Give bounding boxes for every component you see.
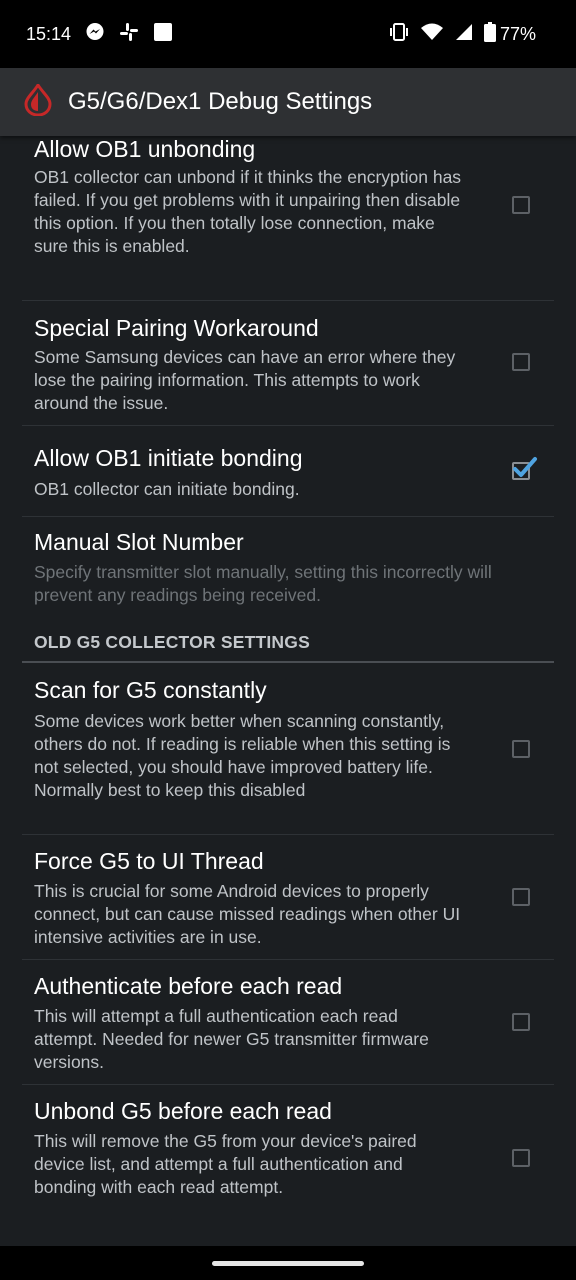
pref-summary: This will attempt a full authentication … [34,1006,429,1072]
app-bar: G5/G6/Dex1 Debug Settings [0,68,576,136]
pref-summary: Specify transmitter slot manually, setti… [34,562,492,605]
battery-percent: 77% [499,23,536,44]
pref-scan-for-g5-constantly[interactable]: Scan for G5 constantly Some devices work… [22,663,554,835]
unbond-g5-before-each-read-checkbox[interactable] [512,1149,530,1167]
status-left: 15:14 [26,22,187,47]
allow-ob1-initiate-bonding-checkbox[interactable] [512,457,537,480]
status-bar: 15:14 77% [0,0,576,68]
vibrate-icon [388,22,410,47]
allow-ob1-unbonding-checkbox[interactable] [512,196,530,214]
pref-summary: This will remove the G5 from your device… [34,1131,417,1197]
navigation-bar [0,1246,576,1280]
checkmark-icon [513,457,537,477]
image-notification-icon [153,22,173,47]
wifi-icon [420,22,444,47]
pref-summary: This is crucial for some Android devices… [34,881,461,947]
special-pairing-workaround-checkbox[interactable] [512,353,530,371]
authenticate-before-each-read-checkbox[interactable] [512,1013,530,1031]
pref-manual-slot-number: Manual Slot Number Specify transmitter s… [22,517,554,616]
pref-allow-ob1-initiate-bonding[interactable]: Allow OB1 initiate bonding OB1 collector… [22,426,554,517]
pref-title: Special Pairing Workaround [34,315,319,341]
pref-unbond-g5-before-each-read[interactable]: Unbond G5 before each read This will rem… [22,1085,554,1246]
pref-authenticate-before-each-read[interactable]: Authenticate before each read This will … [22,960,554,1085]
page-title: G5/G6/Dex1 Debug Settings [68,88,373,115]
pref-title: Manual Slot Number [34,529,244,555]
scan-for-g5-constantly-checkbox[interactable] [512,740,530,758]
pref-title: Force G5 to UI Thread [34,848,264,874]
home-gesture-handle[interactable] [212,1261,364,1266]
force-g5-to-ui-thread-checkbox[interactable] [512,888,530,906]
pref-summary: Some devices work better when scanning c… [34,711,451,800]
messenger-icon [85,22,105,47]
cellular-signal-icon [454,22,474,47]
pref-title: Allow OB1 initiate bonding [34,445,303,471]
pref-title: Authenticate before each read [34,973,343,999]
pref-summary: OB1 collector can unbond if it thinks th… [34,167,462,256]
category-title: OLD G5 COLLECTOR SETTINGS [34,632,310,652]
status-right: 77% [378,21,536,47]
pref-title: Allow OB1 unbonding [34,136,256,162]
xdrip-drop-icon [24,81,52,121]
pref-special-pairing-workaround[interactable]: Special Pairing Workaround Some Samsung … [22,301,554,426]
pref-allow-ob1-unbonding[interactable]: Allow OB1 unbonding OB1 collector can un… [22,136,554,301]
battery-icon [483,21,496,47]
pref-title: Unbond G5 before each read [34,1098,332,1124]
pref-title: Scan for G5 constantly [34,677,267,703]
settings-list[interactable]: Allow OB1 unbonding OB1 collector can un… [0,136,576,1246]
category-old-g5-collector-settings: OLD G5 COLLECTOR SETTINGS [22,616,554,663]
pref-summary: OB1 collector can initiate bonding. [34,479,300,499]
pref-force-g5-to-ui-thread[interactable]: Force G5 to UI Thread This is crucial fo… [22,835,554,960]
slack-icon [119,22,139,47]
status-time: 15:14 [26,23,72,44]
pref-summary: Some Samsung devices can have an error w… [34,347,456,413]
